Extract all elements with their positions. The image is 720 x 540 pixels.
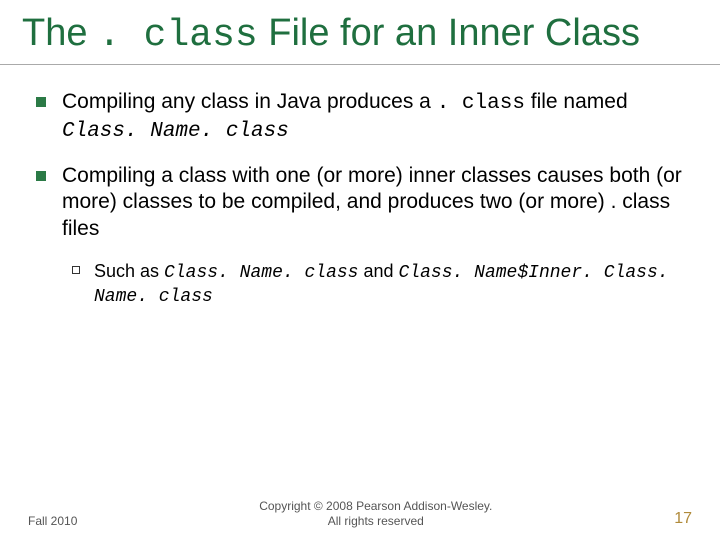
- bullet-item: Compiling any class in Java produces a .…: [30, 89, 690, 146]
- bullet-square-icon: [36, 97, 46, 107]
- bullet1-code1: . class: [437, 92, 525, 115]
- sub-seg2: and: [358, 261, 398, 281]
- bullet-item: Compiling a class with one (or more) inn…: [30, 163, 690, 242]
- sub-seg1: Such as: [94, 261, 164, 281]
- bullet-square-icon: [36, 171, 46, 181]
- title-code: . class: [98, 14, 258, 57]
- bullet1-seg2: file named: [525, 90, 628, 113]
- sub-bullet-square-icon: [72, 266, 80, 274]
- sub-bullet-item: Such as Class. Name. class and Class. Na…: [72, 260, 690, 309]
- slide: The . class File for an Inner Class Comp…: [0, 0, 720, 540]
- bullet2-seg1: Compiling a class with one (or more) inn…: [62, 164, 682, 240]
- title-post: File for an Inner Class: [258, 12, 640, 54]
- sub-code1: Class. Name. class: [164, 263, 358, 283]
- title-pre: The: [22, 12, 98, 54]
- page-number: 17: [674, 510, 692, 528]
- slide-footer: Fall 2010 Copyright © 2008 Pearson Addis…: [0, 499, 720, 528]
- footer-center: Copyright © 2008 Pearson Addison-Wesley.…: [77, 499, 674, 528]
- footer-copyright-line2: All rights reserved: [328, 514, 424, 528]
- bullet-text: Compiling a class with one (or more) inn…: [62, 163, 690, 242]
- footer-copyright-line1: Copyright © 2008 Pearson Addison-Wesley.: [259, 499, 492, 513]
- footer-left: Fall 2010: [28, 514, 77, 528]
- slide-title: The . class File for an Inner Class: [0, 0, 720, 65]
- sub-bullet-text: Such as Class. Name. class and Class. Na…: [94, 260, 690, 309]
- bullet1-code2: Class. Name. class: [62, 120, 289, 143]
- slide-body: Compiling any class in Java produces a .…: [0, 65, 720, 309]
- bullet1-seg1: Compiling any class in Java produces a: [62, 90, 437, 113]
- bullet-text: Compiling any class in Java produces a .…: [62, 89, 690, 146]
